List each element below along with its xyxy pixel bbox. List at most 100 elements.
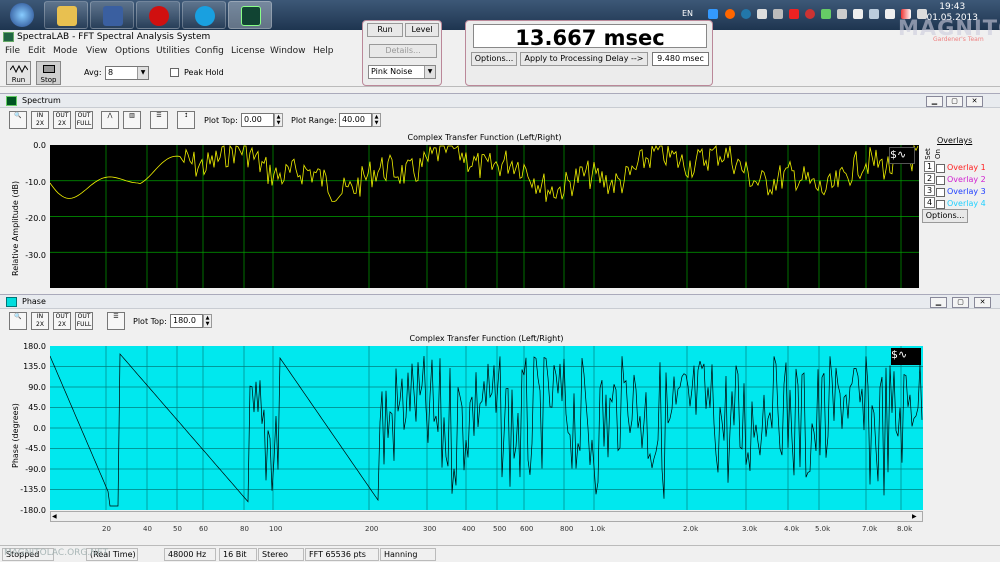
line-plot-icon[interactable]: ⋀ (101, 111, 119, 129)
overlay-checkbox[interactable] (936, 164, 945, 173)
zoom-out-2x-button[interactable]: OUT 2X (53, 111, 71, 129)
close-button[interactable]: ✕ (966, 96, 983, 107)
signal-select[interactable]: Pink Noise ▼ (368, 65, 436, 79)
generator-details-button[interactable]: Details... (369, 44, 437, 58)
spectrum-panel-title: Spectrum (22, 96, 61, 105)
x-tick-label: 20 (102, 525, 111, 533)
tray-icon[interactable] (773, 9, 783, 19)
menu-bar: File Edit Mode View Options Utilities Co… (0, 45, 365, 59)
generator-level-button[interactable]: Level (405, 23, 439, 37)
taskbar-explorer[interactable] (44, 1, 88, 29)
taskbar-opera[interactable] (136, 1, 180, 29)
x-tick-label: 500 (493, 525, 507, 533)
stop-button[interactable]: Stop (36, 61, 61, 85)
overlay-checkbox[interactable] (936, 200, 945, 209)
menu-options[interactable]: Options (115, 46, 150, 56)
x-tick-label: 60 (199, 525, 208, 533)
windows-logo-icon (10, 3, 34, 27)
overlay-checkbox[interactable] (936, 188, 945, 197)
zoom-in-2x-button[interactable]: IN 2X (31, 111, 49, 129)
plot-top-label: Plot Top: (133, 317, 167, 326)
plot-range-spinner[interactable]: ▲ ▼ (372, 113, 381, 127)
close-button[interactable]: ✕ (974, 297, 991, 308)
menu-config[interactable]: Config (195, 46, 224, 56)
plot-top-spinner[interactable]: ▲ ▼ (203, 314, 212, 328)
zoom-out-2x-button[interactable]: OUT 2X (53, 312, 71, 330)
overlay-set-button[interactable]: 2 (924, 173, 936, 184)
phase-ytick: 45.0 (28, 403, 46, 412)
tray-icon[interactable] (757, 9, 767, 19)
status-channels: Stereo (258, 548, 304, 561)
bar-plot-icon[interactable]: ▥ (123, 111, 141, 129)
generator-run-button[interactable]: Run (367, 23, 403, 37)
overlay-checkbox[interactable] (936, 176, 945, 185)
table-icon[interactable]: ☰ (107, 312, 125, 330)
zoom-out-full-button[interactable]: OUT FULL (75, 312, 93, 330)
tray-icon[interactable] (853, 9, 863, 19)
plot-mode-icon[interactable]: $∿ (891, 348, 921, 365)
scroll-left-icon[interactable]: ◀ (52, 513, 61, 520)
start-button[interactable] (2, 1, 46, 29)
tray-icon[interactable] (805, 9, 815, 19)
zoom-in-2x-button[interactable]: IN 2X (31, 312, 49, 330)
menu-view[interactable]: View (86, 46, 107, 56)
avg-value: 8 (108, 68, 114, 77)
overlay-set-button[interactable]: 3 (924, 185, 936, 196)
tray-icon[interactable] (837, 9, 847, 19)
phase-plot[interactable]: $∿ (50, 346, 923, 510)
overlay-set-button[interactable]: 1 (924, 161, 936, 172)
minimize-button[interactable]: ▁ (930, 297, 947, 308)
menu-help[interactable]: Help (313, 46, 334, 56)
tray-icon[interactable] (789, 9, 799, 19)
avg-select[interactable]: 8 ▼ (105, 66, 149, 80)
tray-icon[interactable] (869, 9, 879, 19)
maximize-button[interactable]: ▢ (952, 297, 969, 308)
spectrum-icon (6, 96, 17, 106)
phase-ytick: 180.0 (23, 342, 46, 351)
avg-label: Avg: (84, 68, 102, 77)
apply-delay-button[interactable]: Apply to Processing Delay --> (520, 52, 648, 66)
horizontal-scrollbar[interactable]: ◀ ▶ (50, 511, 923, 522)
taskbar-save[interactable] (90, 1, 134, 29)
run-button[interactable]: Run (6, 61, 31, 85)
minimize-button[interactable]: ▁ (926, 96, 943, 107)
spectralab-icon (241, 6, 261, 26)
menu-edit[interactable]: Edit (28, 46, 45, 56)
tray-icon[interactable] (725, 9, 735, 19)
menu-file[interactable]: File (5, 46, 20, 56)
delay-options-button[interactable]: Options... (471, 52, 517, 66)
zoom-icon[interactable]: 🔍 (9, 312, 27, 330)
menu-mode[interactable]: Mode (53, 46, 78, 56)
plot-top-label: Plot Top: (204, 116, 238, 125)
tray-icon[interactable] (708, 9, 718, 19)
plot-top-spinner[interactable]: ▲ ▼ (274, 113, 283, 127)
tray-icon[interactable] (741, 9, 751, 19)
autoscale-icon[interactable]: ⭥ (177, 111, 195, 129)
table-icon[interactable]: ☰ (150, 111, 168, 129)
folder-icon (57, 6, 77, 26)
overlay-set-button[interactable]: 4 (924, 197, 936, 208)
plot-mode-icon[interactable]: $∿ (889, 147, 915, 164)
stop-label: Stop (40, 76, 57, 84)
plot-top-input[interactable]: 0.00 (241, 113, 274, 127)
menu-license[interactable]: License (231, 46, 265, 56)
processing-delay-field[interactable]: 9.480 msec (652, 52, 709, 66)
zoom-icon[interactable]: 🔍 (9, 111, 27, 129)
overlays-title: Overlays (937, 136, 973, 145)
scroll-right-icon[interactable]: ▶ (912, 513, 921, 520)
menu-utilities[interactable]: Utilities (156, 46, 190, 56)
menu-window[interactable]: Window (270, 46, 306, 56)
tray-icon[interactable] (885, 9, 895, 19)
status-window: Hanning (380, 548, 436, 561)
peak-hold-checkbox[interactable] (170, 68, 179, 77)
overlay-options-button[interactable]: Options... (922, 209, 968, 223)
maximize-button[interactable]: ▢ (946, 96, 963, 107)
spectrum-plot[interactable]: $∿ (50, 145, 919, 288)
tray-icon[interactable] (821, 9, 831, 19)
taskbar-spectralab[interactable] (228, 1, 272, 29)
taskbar-skype[interactable] (182, 1, 226, 29)
plot-range-input[interactable]: 40.00 (339, 113, 372, 127)
zoom-out-full-button[interactable]: OUT FULL (75, 111, 93, 129)
plot-top-input[interactable]: 180.0 (170, 314, 203, 328)
spectrum-ytick: 0.0 (33, 141, 46, 150)
